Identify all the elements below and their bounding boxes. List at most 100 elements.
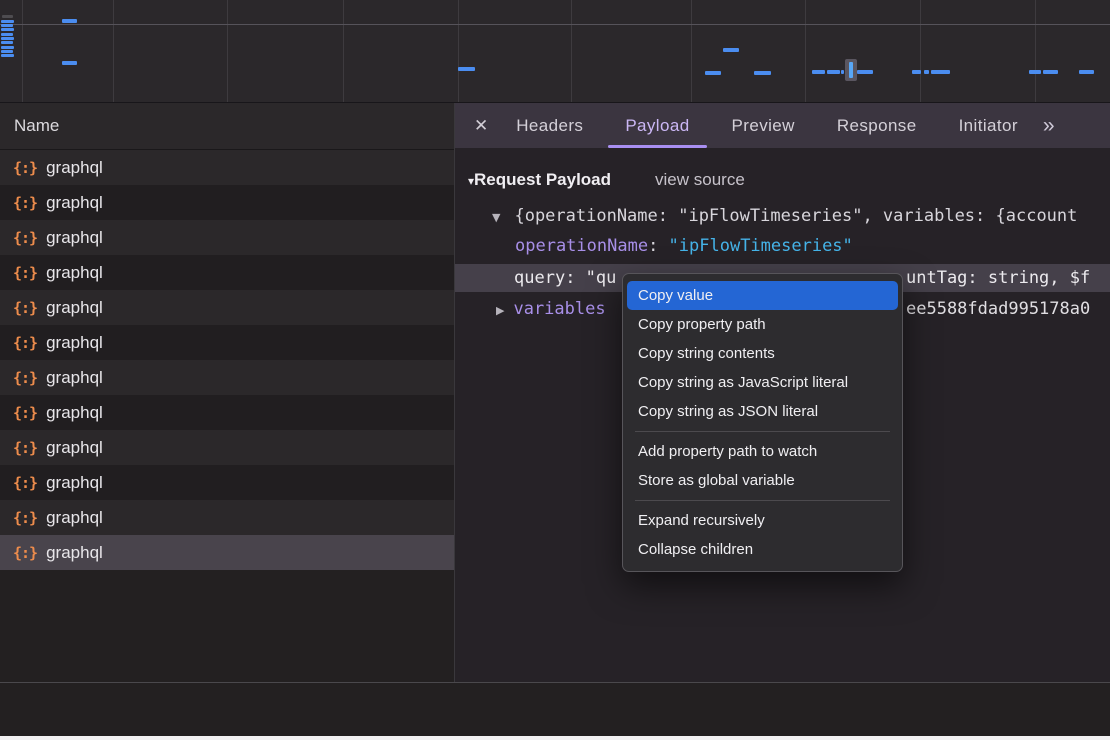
menu-item-copy-property-path[interactable]: Copy property path bbox=[627, 310, 898, 339]
details-tabs: HeadersPayloadPreviewResponseInitiator bbox=[495, 103, 1039, 148]
name-column-label: Name bbox=[14, 116, 59, 135]
request-row-graphql[interactable]: {:}graphql bbox=[0, 430, 454, 465]
close-icon[interactable]: ✕ bbox=[474, 116, 488, 136]
request-name: graphql bbox=[46, 263, 103, 283]
timeline-gridline bbox=[113, 0, 114, 102]
network-overview-timeline[interactable] bbox=[0, 0, 1110, 103]
menu-item-expand-recursively[interactable]: Expand recursively bbox=[627, 506, 898, 535]
request-row-graphql[interactable]: {:}graphql bbox=[0, 150, 454, 185]
request-payload-section-header: ▾Request Payloadview source bbox=[468, 170, 745, 191]
json-request-icon: {:} bbox=[13, 194, 37, 212]
request-row-graphql[interactable]: {:} graphql bbox=[0, 290, 454, 325]
view-source-link[interactable]: view source bbox=[655, 170, 745, 189]
timeline-request-bar bbox=[924, 70, 929, 74]
timeline-request-bar bbox=[812, 70, 825, 74]
timeline-request-bar bbox=[912, 70, 921, 74]
timeline-request-bar bbox=[1, 41, 13, 44]
request-name: graphql bbox=[46, 158, 103, 178]
timeline-request-bar bbox=[1, 46, 14, 49]
more-tabs-icon[interactable]: » bbox=[1043, 114, 1053, 138]
request-name: graphql bbox=[46, 193, 103, 213]
timeline-gridline bbox=[691, 0, 692, 102]
payload-root-row[interactable]: ▼ {operationName: "ipFlowTimeseries", var… bbox=[455, 201, 1110, 231]
request-row-graphql[interactable]: {:} graphql bbox=[0, 185, 454, 220]
colon: : bbox=[648, 236, 668, 256]
request-name: graphql bbox=[46, 333, 103, 353]
expanded-triangle-icon[interactable]: ▼ bbox=[492, 211, 500, 224]
json-request-icon: {:} bbox=[13, 299, 37, 317]
timeline-request-bar bbox=[754, 71, 771, 75]
request-list-pane: Name {:}graphql{:}graphql{:}graphql{:}gr… bbox=[0, 103, 454, 682]
timeline-gridline bbox=[920, 0, 921, 102]
json-request-icon: {:} bbox=[13, 264, 37, 282]
request-row-graphql[interactable]: {:}graphql bbox=[0, 465, 454, 500]
request-row-graphql[interactable]: {:} graphql bbox=[0, 325, 454, 360]
request-row-graphql[interactable]: {:}graphql bbox=[0, 220, 454, 255]
menu-item-store-as-global-variable[interactable]: Store as global variable bbox=[627, 466, 898, 495]
timeline-request-bar bbox=[1, 50, 13, 53]
request-name: graphql bbox=[46, 368, 103, 388]
timeline-request-bar bbox=[1, 24, 13, 27]
json-request-icon: {:} bbox=[13, 334, 37, 352]
timeline-request-bar bbox=[1079, 70, 1094, 74]
json-request-icon: {:} bbox=[13, 404, 37, 422]
menu-item-copy-string-as-json-literal[interactable]: Copy string as JSON literal bbox=[627, 397, 898, 426]
menu-item-collapse-children[interactable]: Collapse children bbox=[627, 535, 898, 564]
menu-item-copy-value[interactable]: Copy value bbox=[627, 281, 898, 310]
timeline-request-bar bbox=[931, 70, 950, 74]
context-menu: Copy valueCopy property pathCopy string … bbox=[622, 273, 903, 572]
tab-response[interactable]: Response bbox=[816, 103, 938, 148]
timeline-request-bar bbox=[1, 33, 13, 36]
menu-separator bbox=[635, 500, 890, 501]
timeline-request-bar bbox=[705, 71, 721, 75]
payload-object-preview: {operationName: "ipFlowTimeseries", vari… bbox=[514, 206, 1077, 226]
request-row-graphql[interactable]: {:} graphql bbox=[0, 395, 454, 430]
timeline-request-bar bbox=[458, 67, 475, 71]
request-row-graphql[interactable]: {:}graphql bbox=[0, 500, 454, 535]
request-name: graphql bbox=[46, 438, 103, 458]
menu-item-copy-string-as-javascript-literal[interactable]: Copy string as JavaScript literal bbox=[627, 368, 898, 397]
request-name: graphql bbox=[46, 473, 103, 493]
timeline-gridline bbox=[571, 0, 572, 102]
timeline-divider-line bbox=[0, 24, 1110, 25]
payload-row-operationname[interactable]: operationName: "ipFlowTimeseries" bbox=[455, 231, 1110, 261]
request-rows: {:} graphql {:} graphql {:} graphql {:} graphql… bbox=[0, 150, 454, 570]
timeline-request-bar bbox=[62, 19, 77, 23]
timeline-request-bar bbox=[1, 37, 14, 40]
timeline-gray-bar bbox=[2, 15, 13, 18]
request-row-graphql[interactable]: {:} graphql bbox=[0, 360, 454, 395]
json-request-icon: {:} bbox=[13, 369, 37, 387]
timeline-request-bar bbox=[1029, 70, 1041, 74]
property-key: query bbox=[514, 268, 565, 288]
tab-preview[interactable]: Preview bbox=[711, 103, 816, 148]
timeline-request-bar bbox=[857, 70, 873, 74]
json-request-icon: {:} bbox=[13, 544, 37, 562]
request-name: graphql bbox=[46, 228, 103, 248]
timeline-selection-bar bbox=[849, 62, 853, 78]
request-name: graphql bbox=[46, 543, 103, 563]
tab-payload[interactable]: Payload bbox=[604, 103, 710, 148]
json-request-icon: {:} bbox=[13, 509, 37, 527]
collapsed-triangle-icon[interactable]: ▶ bbox=[496, 304, 504, 317]
request-row-graphql[interactable]: {:} graphql bbox=[0, 255, 454, 290]
summary-bar bbox=[0, 682, 1110, 736]
request-name: graphql bbox=[46, 298, 103, 318]
name-column-header[interactable]: Name bbox=[0, 103, 454, 150]
timeline-gridline bbox=[343, 0, 344, 102]
menu-item-copy-string-contents[interactable]: Copy string contents bbox=[627, 339, 898, 368]
property-value: "ipFlowTimeseries" bbox=[669, 236, 853, 256]
timeline-request-bar bbox=[1, 54, 14, 57]
devtools-network-panel: Name {:}graphql{:}graphql{:}graphql{:}gr… bbox=[0, 0, 1110, 740]
tab-initiator[interactable]: Initiator bbox=[938, 103, 1039, 148]
tab-headers[interactable]: Headers bbox=[495, 103, 604, 148]
menu-item-add-property-path-to-watch[interactable]: Add property path to watch bbox=[627, 437, 898, 466]
request-name: graphql bbox=[46, 403, 103, 423]
request-row-graphql[interactable]: {:} graphql bbox=[0, 535, 454, 570]
timeline-request-bar bbox=[1043, 70, 1058, 74]
timeline-gridline bbox=[22, 0, 23, 102]
menu-separator bbox=[635, 431, 890, 432]
timeline-request-bar bbox=[723, 48, 739, 52]
timeline-gridline bbox=[227, 0, 228, 102]
timeline-gridline bbox=[805, 0, 806, 102]
window-bottom-edge bbox=[0, 736, 1110, 740]
